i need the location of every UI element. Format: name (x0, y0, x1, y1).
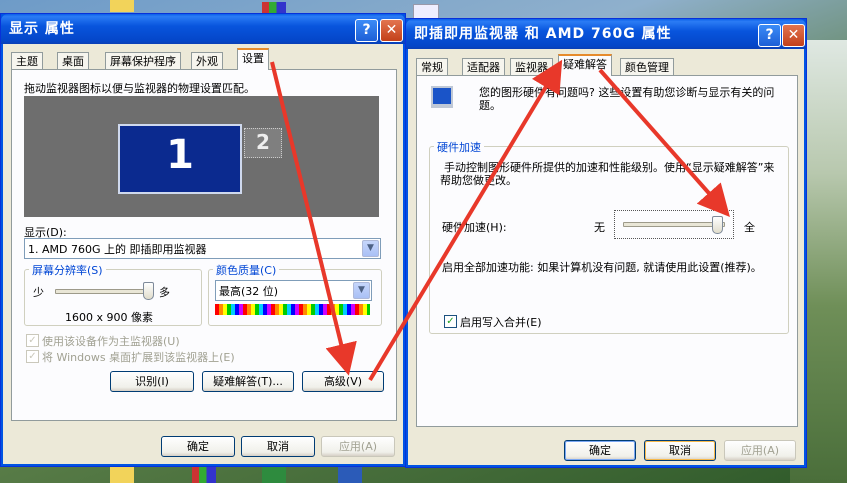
monitor-properties-window: 即插即用监视器 和 AMD 760G 属性 ? ✕ 常规 适配器 监视器 疑难解… (405, 18, 807, 468)
tab-settings[interactable]: 设置 (237, 48, 269, 70)
display-select[interactable]: 1. AMD 760G 上的 即插即用监视器 ▼ (24, 238, 381, 259)
extend-desktop-checkbox[interactable]: ✓ (26, 350, 39, 363)
hardware-acceleration-status: 启用全部加速功能: 如果计算机没有问题, 就请使用此设置(推荐)。 (442, 261, 762, 274)
tab-general[interactable]: 常规 (416, 58, 448, 76)
hardware-acceleration-legend: 硬件加速 (434, 139, 484, 155)
write-combine-checkbox[interactable]: ✓ (444, 315, 457, 328)
monitor-arrangement-area[interactable]: 1 2 (24, 96, 379, 217)
identify-button[interactable]: 识别(I) (110, 371, 194, 392)
apply-button[interactable]: 应用(A) (321, 436, 395, 457)
resolution-slider-thumb[interactable] (143, 282, 154, 300)
hardware-acceleration-description: 手动控制图形硬件所提供的加速和性能级别。使用“显示疑难解答”来帮助您做更改。 (440, 161, 775, 187)
help-button[interactable]: ? (355, 19, 378, 42)
color-spectrum-bar (215, 304, 370, 315)
resolution-value: 1600 x 900 像素 (65, 311, 153, 324)
chevron-down-icon[interactable]: ▼ (353, 282, 370, 299)
window-title: 显示 属性 (9, 21, 75, 37)
color-quality-legend: 颜色质量(C) (213, 262, 280, 278)
extend-desktop-label: 将 Windows 桌面扩展到该监视器上(E) (42, 351, 235, 364)
tab-appearance[interactable]: 外观 (191, 52, 223, 70)
tab-adapter[interactable]: 适配器 (462, 58, 505, 76)
write-combine-label: 启用写入合并(E) (460, 316, 542, 329)
close-button[interactable]: ✕ (782, 24, 805, 47)
ok-button[interactable]: 确定 (564, 440, 636, 461)
hw-none-label: 无 (594, 221, 605, 234)
res-more-label: 多 (159, 286, 170, 299)
resolution-slider-track[interactable] (55, 289, 149, 294)
color-quality-value: 最高(32 位) (219, 285, 279, 298)
hw-full-label: 全 (744, 221, 755, 234)
monitor-1-number: 1 (166, 132, 194, 178)
monitor-1[interactable]: 1 (118, 124, 242, 194)
resolution-group: 屏幕分辨率(S) 少 多 1600 x 900 像素 (24, 262, 202, 326)
resolution-legend: 屏幕分辨率(S) (29, 262, 106, 278)
color-quality-group: 颜色质量(C) 最高(32 位) ▼ (208, 262, 382, 326)
monitor-2[interactable]: 2 (244, 128, 282, 158)
folder-icon[interactable] (110, 0, 134, 12)
tab-themes[interactable]: 主题 (11, 52, 43, 70)
primary-monitor-checkbox[interactable]: ✓ (26, 334, 39, 347)
ok-button[interactable]: 确定 (161, 436, 235, 457)
troubleshoot-button[interactable]: 疑难解答(T)... (202, 371, 294, 392)
instruction-text: 拖动监视器图标以便与监视器的物理设置匹配。 (24, 82, 255, 95)
display-properties-titlebar: 显示 属性 (1, 14, 405, 44)
settings-panel: 拖动监视器图标以便与监视器的物理设置匹配。 1 2 显示(D): 1. AMD … (11, 69, 397, 421)
hw-slider-track[interactable] (623, 222, 725, 227)
hw-slider-thumb[interactable] (712, 216, 723, 234)
monitor-2-number: 2 (256, 130, 270, 154)
display-properties-window: 显示 属性 ? ✕ 主题 桌面 屏幕保护程序 外观 设置 拖动监视器图标以便与监… (0, 13, 406, 467)
tab-monitor[interactable]: 监视器 (510, 58, 553, 76)
tab-color-management[interactable]: 颜色管理 (620, 58, 674, 76)
tab-desktop[interactable]: 桌面 (57, 52, 89, 70)
cancel-button[interactable]: 取消 (241, 436, 315, 457)
close-button[interactable]: ✕ (380, 19, 403, 42)
help-button[interactable]: ? (758, 24, 781, 47)
res-less-label: 少 (33, 286, 44, 299)
advanced-button[interactable]: 高级(V) (302, 371, 384, 392)
hardware-acceleration-group: 硬件加速 手动控制图形硬件所提供的加速和性能级别。使用“显示疑难解答”来帮助您做… (429, 139, 789, 334)
color-quality-select[interactable]: 最高(32 位) ▼ (215, 280, 372, 301)
monitor-icon (431, 86, 453, 108)
display-select-value: 1. AMD 760G 上的 即插即用监视器 (28, 243, 207, 256)
window-title: 即插即用监视器 和 AMD 760G 属性 (414, 26, 672, 42)
chevron-down-icon[interactable]: ▼ (362, 240, 379, 257)
monitor-properties-titlebar: 即插即用监视器 和 AMD 760G 属性 (406, 19, 806, 49)
cancel-button[interactable]: 取消 (644, 440, 716, 461)
hardware-acceleration-label: 硬件加速(H): (442, 221, 507, 234)
tab-troubleshoot[interactable]: 疑难解答 (558, 54, 612, 76)
troubleshoot-intro: 您的图形硬件有问题吗? 这些设置有助您诊断与显示有关的问题。 (479, 86, 775, 112)
troubleshoot-panel: 您的图形硬件有问题吗? 这些设置有助您诊断与显示有关的问题。 硬件加速 手动控制… (416, 75, 798, 427)
apply-button[interactable]: 应用(A) (724, 440, 796, 461)
hardware-acceleration-slider[interactable] (614, 210, 734, 239)
primary-monitor-label: 使用该设备作为主监视器(U) (42, 335, 180, 348)
tab-screensaver[interactable]: 屏幕保护程序 (105, 52, 181, 70)
